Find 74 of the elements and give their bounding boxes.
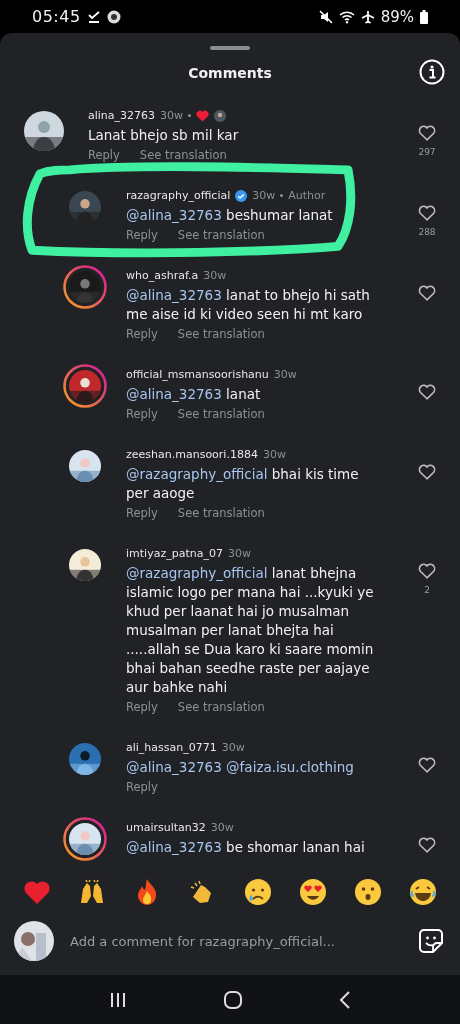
comment-time: 30w (210, 821, 234, 835)
status-time: 05:45 (32, 7, 81, 27)
comment-time: 30w (262, 448, 286, 462)
like-heart-icon[interactable] (418, 285, 436, 302)
reply-link[interactable]: Reply (126, 506, 158, 521)
like-heart-icon[interactable] (418, 384, 436, 401)
story-ring[interactable] (63, 265, 107, 310)
info-icon[interactable] (419, 59, 445, 86)
comment-text: @alina_32763 beshumar lanat (126, 206, 334, 226)
see-translation-link[interactable]: See translation (177, 327, 265, 342)
sticker-icon[interactable] (418, 928, 444, 955)
airplane-icon (360, 9, 375, 24)
comment-time: 30w (160, 109, 184, 123)
like-heart-icon[interactable] (418, 563, 436, 580)
reply-link[interactable]: Reply (126, 700, 158, 715)
battery-level: 89% (380, 7, 414, 26)
crying-emoji-icon[interactable] (242, 877, 273, 908)
see-translation-link[interactable]: See translation (177, 700, 265, 715)
see-translation-link[interactable]: See translation (139, 148, 227, 163)
username[interactable]: alina_32763 (88, 109, 156, 123)
home-icon[interactable] (223, 989, 243, 1010)
story-ring[interactable] (63, 817, 107, 862)
username[interactable]: official_msmansoorishanu (126, 368, 269, 382)
separator-dot (188, 114, 192, 118)
see-translation-link[interactable]: See translation (177, 407, 265, 422)
comment-text: @alina_32763 @faiza.isu.clothing (126, 758, 355, 778)
see-translation-link[interactable]: See translation (177, 228, 265, 243)
like-count: 288 (418, 227, 436, 238)
comment-time: 30w (203, 269, 227, 283)
comment-text: @alina_32763 be shomar lanan hai (126, 838, 366, 858)
download-done-icon (86, 9, 101, 24)
comment-text: @razagraphy_official bhai kis time per aaoge (126, 465, 360, 504)
like-heart-icon[interactable] (418, 837, 436, 854)
like-heart-icon[interactable] (418, 125, 436, 142)
comment-text: Lanat bhejo sb mil kar (88, 126, 240, 146)
comment-time: 30w (252, 189, 276, 203)
username[interactable]: ali_hassan_0771 (126, 741, 217, 755)
story-ring[interactable] (63, 364, 107, 409)
username[interactable]: who_ashraf.a (126, 269, 199, 283)
like-count: 297 (418, 147, 436, 158)
comment-time: 30w (221, 741, 245, 755)
reply-link[interactable]: Reply (126, 780, 158, 795)
like-heart-icon[interactable] (418, 205, 436, 222)
username[interactable]: umairsultan32 (126, 821, 206, 835)
username[interactable]: zeeshan.mansoori.1884 (126, 448, 258, 462)
mute-icon (318, 9, 333, 24)
wifi-icon (338, 9, 355, 24)
see-translation-link[interactable]: See translation (177, 506, 265, 521)
creator-avatar-icon (214, 109, 227, 122)
laughing-emoji-icon[interactable] (408, 877, 438, 908)
surprised-emoji-icon[interactable] (352, 877, 383, 908)
app-notification-icon (106, 9, 121, 24)
heart-eyes-emoji-icon[interactable] (297, 877, 328, 908)
back-icon[interactable] (338, 990, 353, 1009)
reply-link[interactable]: Reply (126, 228, 158, 243)
username[interactable]: razagraphy_official (126, 189, 231, 203)
like-heart-icon[interactable] (418, 757, 436, 774)
comment-time: 30w (273, 368, 297, 382)
drag-handle[interactable] (210, 46, 250, 51)
comment-text: @alina_32763 lanat to bhejo hi sath me aise id ki video seen hi mt karo (126, 286, 371, 325)
reply-link[interactable]: Reply (126, 407, 158, 422)
author-label: Author (288, 189, 326, 203)
reply-link[interactable]: Reply (88, 148, 120, 163)
sheet-title: Comments (188, 65, 272, 82)
like-count: 2 (424, 585, 430, 596)
reply-link[interactable]: Reply (126, 327, 158, 342)
username[interactable]: imtiyaz_patna_07 (126, 547, 223, 561)
separator-dot (280, 194, 284, 198)
comment-time: 30w (227, 547, 251, 561)
comment-input[interactable]: Add a comment for razagraphy_official... (68, 932, 404, 950)
battery-icon (420, 9, 428, 24)
comment-text: @razagraphy_official lanat bhejna islamic logo per mana hai ...kyuki ye khud per laanat hai jo musalman musalman per lanat bhejta hai .....allah se Dua karo ki saare momin bhai bahan seedhe raste per aajaye aur bahke nahi (126, 564, 375, 698)
comment-text: @alina_32763 lanat (126, 385, 262, 405)
like-heart-icon[interactable] (418, 464, 436, 481)
